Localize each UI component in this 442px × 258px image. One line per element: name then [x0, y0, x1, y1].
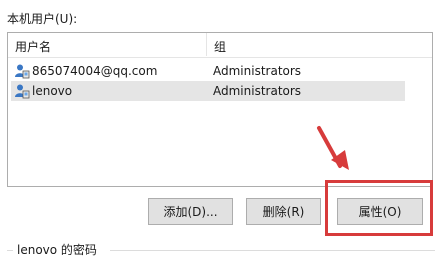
password-group-border: [7, 250, 13, 251]
password-group-border: [110, 250, 435, 251]
annotation-arrow-icon: [317, 126, 349, 170]
password-group-label: lenovo 的密码: [14, 241, 100, 258]
